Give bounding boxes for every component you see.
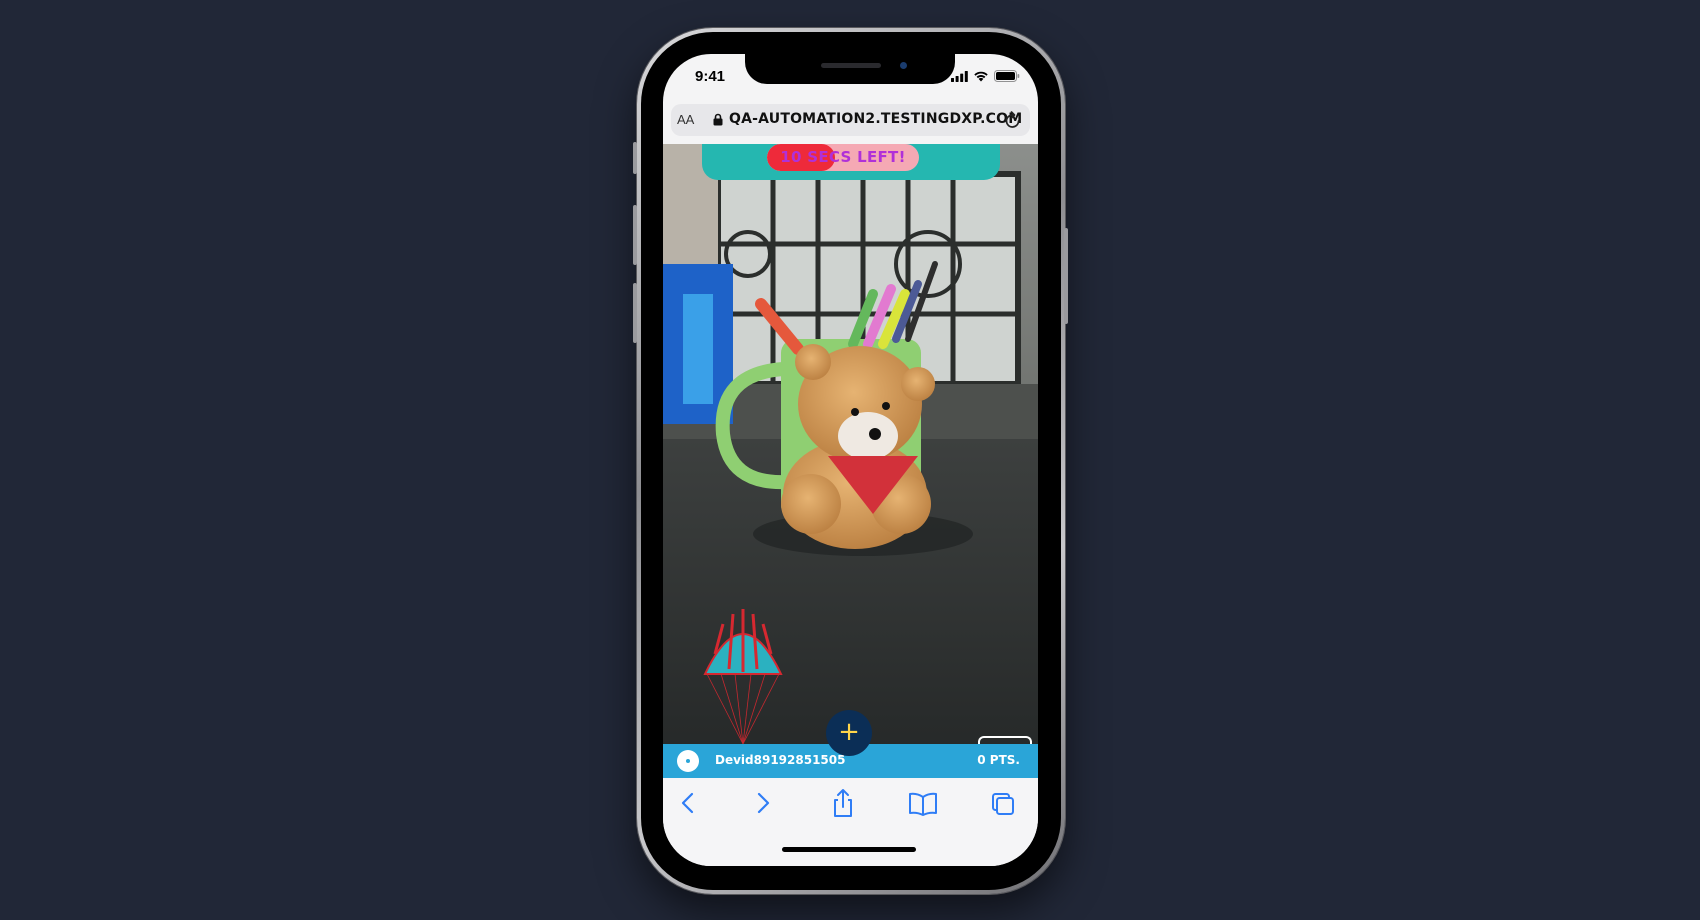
timer-pill: 10 SECS LEFT! <box>767 144 919 171</box>
notch <box>745 54 955 84</box>
status-time: 9:41 <box>695 68 726 85</box>
power-button <box>1064 228 1068 324</box>
address-bar[interactable]: AA QA-AUTOMATION2.TESTINGDXP.COM <box>671 104 1030 136</box>
share-icon[interactable] <box>825 788 861 818</box>
avatar[interactable] <box>677 750 699 772</box>
chevron-left-icon[interactable] <box>671 788 707 818</box>
silent-switch <box>633 142 637 174</box>
reload-icon[interactable] <box>1004 110 1022 130</box>
lock-icon <box>713 113 723 126</box>
wifi-icon <box>974 71 988 82</box>
add-button[interactable]: + <box>826 710 872 756</box>
volume-up-button <box>633 205 637 265</box>
avatar-dot <box>686 759 690 763</box>
tabs-icon[interactable] <box>985 788 1021 818</box>
timer-banner: 10 SECS LEFT! <box>702 144 1000 180</box>
earpiece <box>821 63 881 68</box>
url-text[interactable]: QA-AUTOMATION2.TESTINGDXP.COM <box>729 111 1022 127</box>
home-indicator[interactable] <box>782 847 916 852</box>
username: Devid89192851505 <box>715 753 846 767</box>
phone-screen: 9:41 AA QA-AUTOMATION2.TESTINGDXP.COM 10… <box>663 54 1038 866</box>
battery-icon <box>994 70 1020 82</box>
camera-scene <box>663 144 1038 778</box>
status-icons <box>951 70 1020 82</box>
points-label: 0 PTS. <box>977 753 1020 767</box>
chevron-right-icon[interactable] <box>744 788 780 818</box>
text-size-button[interactable]: AA <box>677 112 694 127</box>
safari-toolbar <box>663 778 1038 866</box>
timer-text: 10 SECS LEFT! <box>780 148 906 166</box>
volume-down-button <box>633 283 637 343</box>
cellular-signal-icon <box>951 70 968 82</box>
book-icon[interactable] <box>905 788 941 818</box>
ar-camera-view[interactable]: 10 SECS LEFT! + Devid89192851505 0 PTS. <box>663 144 1038 778</box>
front-camera <box>900 62 907 69</box>
